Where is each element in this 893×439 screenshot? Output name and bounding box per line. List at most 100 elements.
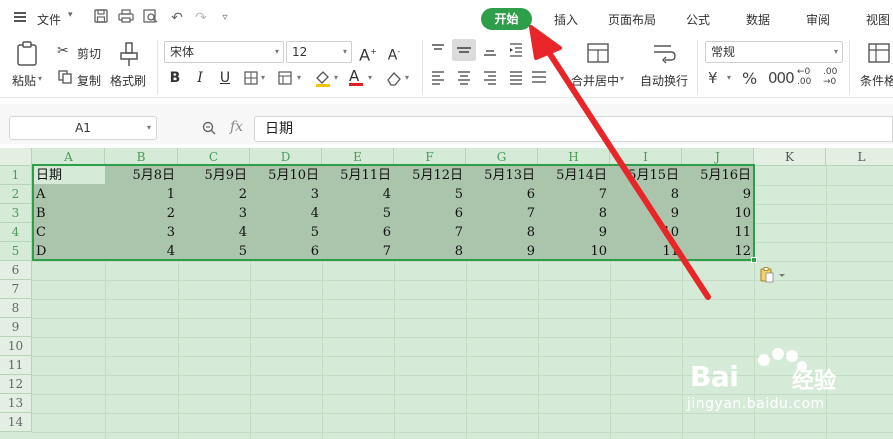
redo-icon[interactable]: ↷ [192, 9, 210, 27]
paste-button[interactable]: 粘贴 [12, 72, 36, 89]
column-header-l[interactable]: L [826, 148, 893, 166]
border-chevron-icon[interactable]: ▾ [261, 73, 265, 82]
row-header-14[interactable]: 14 [0, 413, 32, 432]
increase-font-icon[interactable]: A+ [357, 41, 379, 64]
cell-style-icon[interactable] [278, 71, 294, 88]
cut-button[interactable]: 剪切 [77, 45, 101, 62]
conditional-format-icon[interactable] [867, 41, 893, 68]
select-all-corner[interactable] [0, 148, 32, 166]
row-header-13[interactable]: 13 [0, 394, 32, 413]
row-header-7[interactable]: 7 [0, 280, 32, 299]
watermark-url: jingyan.baidu.com [687, 396, 825, 412]
number-format-select[interactable]: 常规 ▾ [705, 41, 843, 63]
font-color-icon[interactable]: A [349, 67, 363, 86]
row-header-3[interactable]: 3 [0, 204, 32, 223]
bold-icon[interactable]: B [164, 67, 186, 89]
paste-chevron-icon[interactable]: ▾ [38, 74, 42, 83]
ribbon-separator [849, 40, 850, 94]
paste-options-icon[interactable] [759, 267, 787, 283]
undo-icon[interactable]: ↶ [168, 9, 186, 27]
align-top-icon[interactable] [430, 42, 446, 61]
underline-icon[interactable]: U [214, 67, 236, 89]
thousands-icon[interactable]: 000 [768, 69, 795, 87]
percent-icon[interactable]: % [742, 69, 757, 88]
row-header-11[interactable]: 11 [0, 356, 32, 375]
ribbon-separator [422, 40, 423, 94]
fill-color-chevron-icon[interactable]: ▾ [334, 73, 338, 82]
decrease-decimal-icon[interactable]: .00 →0 [823, 67, 837, 87]
distributed-align-icon[interactable] [530, 69, 548, 88]
fill-color-icon[interactable] [314, 69, 332, 90]
currency-icon[interactable]: ¥ [708, 69, 718, 87]
formula-bar: A1 ▾ fx 日期 [0, 104, 893, 144]
row-header-10[interactable]: 10 [0, 337, 32, 356]
row-header-1[interactable]: 1 [0, 166, 32, 185]
conditional-format-button[interactable]: 条件格 [860, 72, 893, 89]
row-header-12[interactable]: 12 [0, 375, 32, 394]
row-header-9[interactable]: 9 [0, 318, 32, 337]
format-painter-button[interactable]: 格式刷 [110, 72, 146, 89]
grid-row-line [32, 299, 893, 300]
indent-icon[interactable] [508, 42, 524, 61]
formula-input[interactable]: 日期 [254, 116, 893, 142]
align-center-icon[interactable] [456, 69, 472, 88]
cell-style-chevron-icon[interactable]: ▾ [297, 73, 301, 82]
tab-insert[interactable]: 插入 [554, 11, 578, 28]
align-left-icon[interactable] [430, 69, 446, 88]
align-bottom-icon[interactable] [482, 42, 498, 61]
merge-center-icon[interactable] [586, 41, 610, 68]
increase-decimal-icon[interactable]: ←0.00 [797, 67, 811, 87]
tab-view[interactable]: 视图 [866, 11, 890, 28]
watermark-brand-cn: 经验 [792, 369, 837, 394]
row-header-8[interactable]: 8 [0, 299, 32, 318]
italic-icon[interactable]: I [189, 67, 211, 89]
column-header-k[interactable]: K [754, 148, 826, 166]
menu-bar: 文件 ▾ ↶ ↷ ▿ 开始 插入 页面布局 公式 数据 审阅 视图 [0, 0, 893, 36]
tab-data[interactable]: 数据 [746, 11, 770, 28]
border-icon[interactable] [244, 71, 258, 88]
zoom-icon[interactable] [202, 121, 216, 139]
font-size-select[interactable]: 12 ▾ [286, 41, 352, 63]
wrap-text-icon[interactable] [651, 41, 677, 68]
tab-formulas[interactable]: 公式 [686, 11, 710, 28]
chevron-down-icon[interactable]: ▾ [68, 10, 73, 20]
name-box[interactable]: A1 ▾ [9, 116, 157, 140]
format-painter-icon[interactable] [118, 41, 140, 70]
file-menu[interactable]: 文件 [37, 11, 61, 28]
paste-icon[interactable] [16, 41, 40, 70]
menu-icon[interactable] [14, 12, 26, 22]
justify-icon[interactable] [508, 69, 524, 88]
align-right-icon[interactable] [482, 69, 498, 88]
save-icon[interactable] [92, 9, 110, 27]
tab-home[interactable]: 开始 [481, 8, 532, 30]
decrease-font-icon[interactable]: A- [383, 41, 405, 64]
eraser-chevron-icon[interactable]: ▾ [405, 73, 409, 82]
customize-qat-icon[interactable]: ▿ [216, 9, 234, 27]
print-preview-icon[interactable] [142, 9, 160, 27]
tab-page-layout[interactable]: 页面布局 [608, 11, 656, 28]
ribbon-separator [697, 40, 698, 94]
scissors-icon: ✂ [57, 43, 69, 59]
currency-chevron-icon[interactable]: ▾ [727, 73, 731, 82]
fill-handle[interactable] [751, 257, 757, 263]
copy-icon [58, 70, 72, 87]
font-name-select[interactable]: 宋体 ▾ [164, 41, 284, 63]
insert-function-button[interactable]: fx [230, 119, 243, 135]
grid-row-line [32, 318, 893, 319]
selection-border [32, 164, 755, 261]
grid-row-line [32, 261, 893, 262]
tab-review[interactable]: 审阅 [806, 11, 830, 28]
row-header-2[interactable]: 2 [0, 185, 32, 204]
ribbon-separator [157, 40, 158, 94]
copy-button[interactable]: 复制 [77, 72, 101, 89]
merge-center-button[interactable]: 合并居中 [571, 72, 619, 89]
eraser-icon[interactable] [386, 70, 402, 89]
row-header-4[interactable]: 4 [0, 223, 32, 242]
merge-chevron-icon[interactable]: ▾ [620, 74, 624, 83]
align-middle-icon[interactable] [452, 39, 476, 61]
row-header-5[interactable]: 5 [0, 242, 32, 261]
row-header-6[interactable]: 6 [0, 261, 32, 280]
font-color-chevron-icon[interactable]: ▾ [368, 73, 372, 82]
wrap-text-button[interactable]: 自动换行 [640, 72, 688, 89]
print-icon[interactable] [117, 9, 135, 27]
